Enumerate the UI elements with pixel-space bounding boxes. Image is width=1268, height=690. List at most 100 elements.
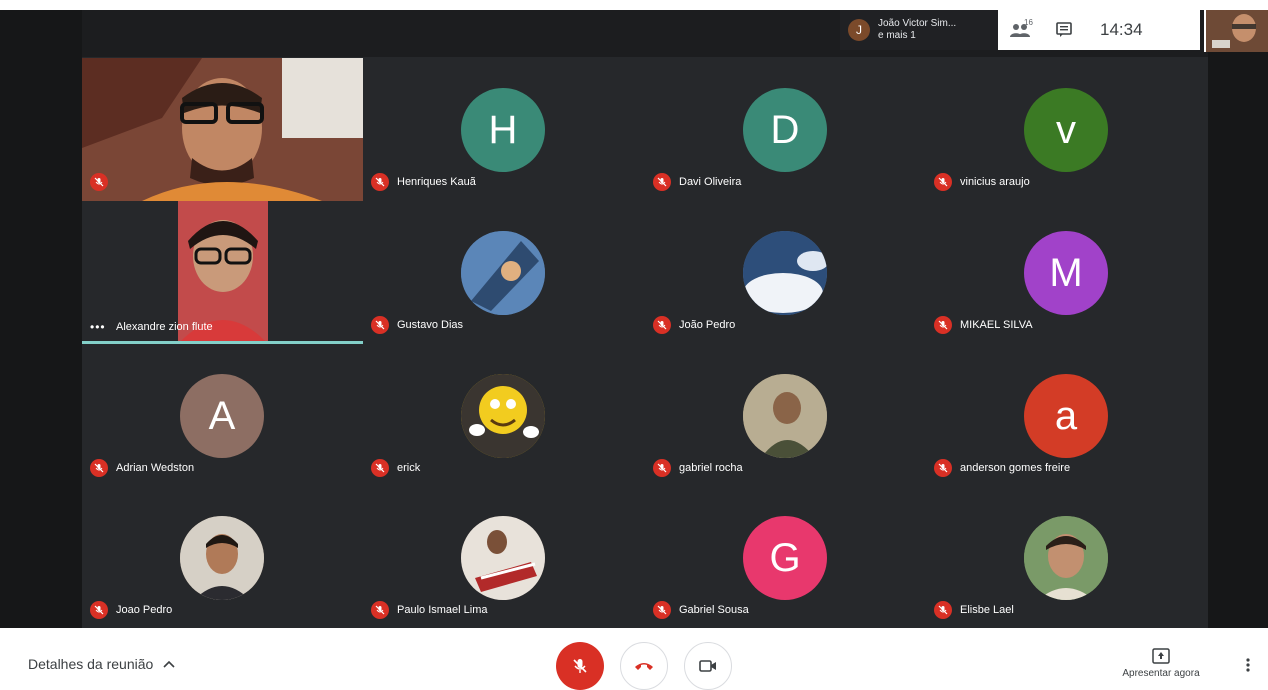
- bottom-control-bar: Detalhes da reunião Apresentar agora: [0, 628, 1268, 690]
- presenter-name: João Victor Sim...: [878, 18, 957, 29]
- participant-tile-10[interactable]: erick: [363, 344, 644, 487]
- participant-tile-16[interactable]: Elisbe Lael: [926, 486, 1207, 629]
- avatar-photo-7: [743, 231, 827, 315]
- participant-name-row-10: erick: [371, 459, 420, 477]
- participant-tile-13[interactable]: Joao Pedro: [82, 486, 363, 629]
- clock: 14:34: [1100, 20, 1143, 39]
- participant-name-row-8: MIKAEL SILVA: [934, 316, 1033, 334]
- participant-name-10: erick: [397, 462, 421, 474]
- participant-name-7: João Pedro: [679, 319, 736, 331]
- mic-off-icon: [371, 316, 389, 334]
- present-screen-icon: [1152, 648, 1170, 664]
- left-margin: [0, 10, 82, 628]
- participant-tile-1[interactable]: [82, 58, 363, 201]
- avatar-9: A: [180, 374, 264, 458]
- participant-name-row-9: Adrian Wedston: [90, 459, 194, 477]
- participant-tile-7[interactable]: João Pedro: [645, 201, 926, 344]
- participant-name-row-14: Paulo Ismael Lima: [371, 601, 488, 619]
- mic-off-icon: [573, 659, 587, 673]
- participant-name-row-2: Henriques Kauã: [371, 173, 476, 191]
- video-camera-icon: [699, 660, 716, 672]
- participant-name-row-12: anderson gomes freire: [934, 459, 1070, 477]
- mic-off-icon: [90, 173, 108, 191]
- mic-off-icon: [934, 316, 952, 334]
- chat-icon: [1056, 22, 1072, 37]
- people-count: 16: [1024, 18, 1033, 27]
- participant-tile-6[interactable]: Gustavo Dias: [363, 201, 644, 344]
- participant-name-9: Adrian Wedston: [116, 462, 195, 474]
- participant-name-row-15: Gabriel Sousa: [653, 601, 749, 619]
- mic-off-icon: [653, 316, 671, 334]
- self-view-image: [1206, 10, 1268, 52]
- presenter-avatar: J: [848, 19, 870, 41]
- participant-tile-12[interactable]: a anderson gomes freire: [926, 344, 1207, 487]
- chat-button[interactable]: [1042, 10, 1086, 50]
- video-frame-man: [82, 58, 363, 201]
- mic-off-icon: [371, 601, 389, 619]
- participant-name-15: Gabriel Sousa: [679, 604, 749, 616]
- mic-off-icon: [90, 601, 108, 619]
- avatar-4: v: [1024, 88, 1108, 172]
- participant-name-13: Joao Pedro: [116, 604, 173, 616]
- participant-name-5: Alexandre zion flute: [116, 321, 213, 333]
- participant-name-row-4: vinicius araujo: [934, 173, 1030, 191]
- participant-name-3: Davi Oliveira: [679, 176, 742, 188]
- participant-name-2: Henriques Kauã: [397, 176, 476, 188]
- info-bar: 16 14:34: [998, 10, 1200, 50]
- avatar-photo-10: [461, 374, 545, 458]
- participant-name-row-13: Joao Pedro: [90, 601, 172, 619]
- participant-tile-3[interactable]: D Davi Oliveira: [645, 58, 926, 201]
- participant-name-row-16: Elisbe Lael: [934, 601, 1014, 619]
- participant-name-6: Gustavo Dias: [397, 319, 464, 331]
- participant-name-row-7: João Pedro: [653, 316, 735, 334]
- participant-tile-5[interactable]: ••• Alexandre zion flute: [82, 201, 363, 344]
- mic-off-icon: [653, 173, 671, 191]
- avatar-photo-14: [461, 516, 545, 600]
- participant-name-11: gabriel rocha: [679, 462, 743, 474]
- participant-name-row-1: [90, 173, 116, 191]
- mic-off-icon: [934, 601, 952, 619]
- participant-tile-4[interactable]: v vinicius araujo: [926, 58, 1207, 201]
- avatar-3: D: [743, 88, 827, 172]
- presenter-chip[interactable]: J João Victor Sim... e mais 1: [840, 10, 998, 50]
- mic-off-icon: [90, 459, 108, 477]
- hang-up-icon: [635, 663, 653, 670]
- present-now-label: Apresentar agora: [1122, 668, 1200, 679]
- self-view-thumbnail[interactable]: [1204, 10, 1268, 52]
- mic-off-icon: [934, 459, 952, 477]
- chevron-up-icon: [163, 660, 175, 668]
- meeting-details-button[interactable]: Detalhes da reunião: [28, 656, 175, 672]
- more-options-icon[interactable]: •••: [90, 320, 108, 334]
- more-vert-icon: [1246, 658, 1250, 672]
- participant-tile-8[interactable]: M MIKAEL SILVA: [926, 201, 1207, 344]
- present-now-button[interactable]: Apresentar agora: [1106, 648, 1216, 688]
- participant-name-row-3: Davi Oliveira: [653, 173, 741, 191]
- presenter-info: João Victor Sim... e mais 1: [878, 18, 956, 42]
- participant-video-1: [82, 58, 363, 201]
- meeting-details-label: Detalhes da reunião: [28, 656, 154, 672]
- mic-toggle-button[interactable]: [556, 642, 604, 690]
- avatar-2: H: [461, 88, 545, 172]
- participant-name-row-5: ••• Alexandre zion flute: [90, 320, 213, 334]
- avatar-photo-11: [743, 374, 827, 458]
- mic-off-icon: [371, 173, 389, 191]
- people-button[interactable]: 16: [998, 10, 1042, 50]
- participant-tile-11[interactable]: gabriel rocha: [645, 344, 926, 487]
- mic-off-icon: [653, 459, 671, 477]
- leave-call-button[interactable]: [620, 642, 668, 690]
- participant-tile-14[interactable]: Paulo Ismael Lima: [363, 486, 644, 629]
- participant-tile-15[interactable]: G Gabriel Sousa: [645, 486, 926, 629]
- participant-name-row-11: gabriel rocha: [653, 459, 743, 477]
- participant-tile-9[interactable]: A Adrian Wedston: [82, 344, 363, 487]
- right-margin: [1208, 10, 1268, 628]
- avatar-15: G: [743, 516, 827, 600]
- participant-name-row-6: Gustavo Dias: [371, 316, 463, 334]
- participant-tile-2[interactable]: H Henriques Kauã: [363, 58, 644, 201]
- avatar-photo-13: [180, 516, 264, 600]
- more-options-button[interactable]: [1246, 658, 1250, 677]
- mic-off-icon: [653, 601, 671, 619]
- camera-toggle-button[interactable]: [684, 642, 732, 690]
- avatar-8: M: [1024, 231, 1108, 315]
- participant-name-16: Elisbe Lael: [960, 604, 1014, 616]
- mic-off-icon: [934, 173, 952, 191]
